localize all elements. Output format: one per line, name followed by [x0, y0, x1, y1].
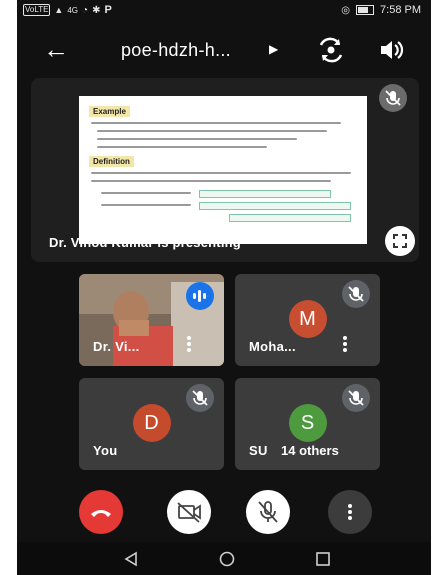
home-circle-icon[interactable] [218, 550, 236, 568]
end-call-button[interactable] [79, 490, 123, 534]
signal-icon: ▲ [54, 5, 64, 15]
battery-icon [356, 5, 375, 15]
p-notification-icon: P [104, 4, 112, 16]
title-caret-icon[interactable]: ▶ [269, 42, 278, 56]
more-options-button[interactable] [328, 490, 372, 534]
mic-off-icon [186, 384, 214, 412]
status-bar: VoLTE ▲ 4G ◔ ✱ P ◎ 7:58 PM [17, 0, 431, 22]
speaker-icon[interactable] [377, 36, 405, 64]
network-type: 4G [67, 5, 79, 15]
mic-toggle-button[interactable] [246, 490, 290, 534]
call-header: ← poe-hdzh-h... ▶ [17, 28, 431, 72]
others-count-label: 14 others [281, 443, 339, 458]
participant-tile-others[interactable]: S SU 14 others [235, 378, 380, 470]
fullscreen-icon [393, 234, 407, 248]
app-notification-icon: ✱ [92, 4, 101, 16]
mic-off-icon [258, 501, 278, 523]
mic-off-icon [379, 84, 407, 112]
participant-name: Dr. Vi... [93, 339, 140, 354]
participant-tile[interactable]: M Moha... [235, 274, 380, 366]
presenter-caption: Dr. Vinod Kumar is presenting [49, 235, 241, 250]
participant-menu-icon[interactable] [342, 334, 348, 354]
end-call-icon [91, 510, 111, 517]
back-triangle-icon[interactable] [122, 550, 140, 568]
participant-name: Moha... [249, 339, 296, 354]
wifi-icon: ◔ [82, 4, 89, 16]
meeting-title[interactable]: poe-hdzh-h... [121, 40, 231, 61]
presentation-tile[interactable]: Example Definition Dr. Vinod Kumar is pr… [31, 78, 419, 262]
participant-name: SU [249, 443, 268, 458]
phone-screen: VoLTE ▲ 4G ◔ ✱ P ◎ 7:58 PM ← poe-hdzh-h.… [17, 0, 431, 575]
mic-off-icon [342, 280, 370, 308]
switch-camera-icon[interactable] [317, 36, 345, 64]
navigation-bar [17, 542, 431, 575]
camera-toggle-button[interactable] [167, 490, 211, 534]
slide-example-label: Example [89, 106, 130, 117]
avatar: S [288, 404, 327, 442]
participant-tile-self[interactable]: D You [79, 378, 224, 470]
slide-definition-label: Definition [89, 156, 134, 167]
volte-indicator: VoLTE [23, 4, 51, 16]
shared-slide: Example Definition [79, 96, 367, 244]
avatar: D [132, 404, 171, 442]
fullscreen-button[interactable] [385, 226, 415, 256]
vibrate-icon: ◎ [341, 4, 351, 16]
recents-square-icon[interactable] [314, 550, 332, 568]
participant-name: You [93, 443, 118, 458]
participant-tile[interactable]: Dr. Vi... [79, 274, 224, 366]
mic-off-icon [342, 384, 370, 412]
back-arrow-icon[interactable]: ← [43, 36, 69, 62]
speaking-indicator-icon [186, 282, 214, 310]
more-options-icon [347, 502, 353, 522]
clock: 7:58 PM [380, 4, 421, 16]
participant-menu-icon[interactable] [186, 334, 192, 354]
camera-off-icon [177, 502, 201, 523]
avatar: M [288, 300, 327, 338]
